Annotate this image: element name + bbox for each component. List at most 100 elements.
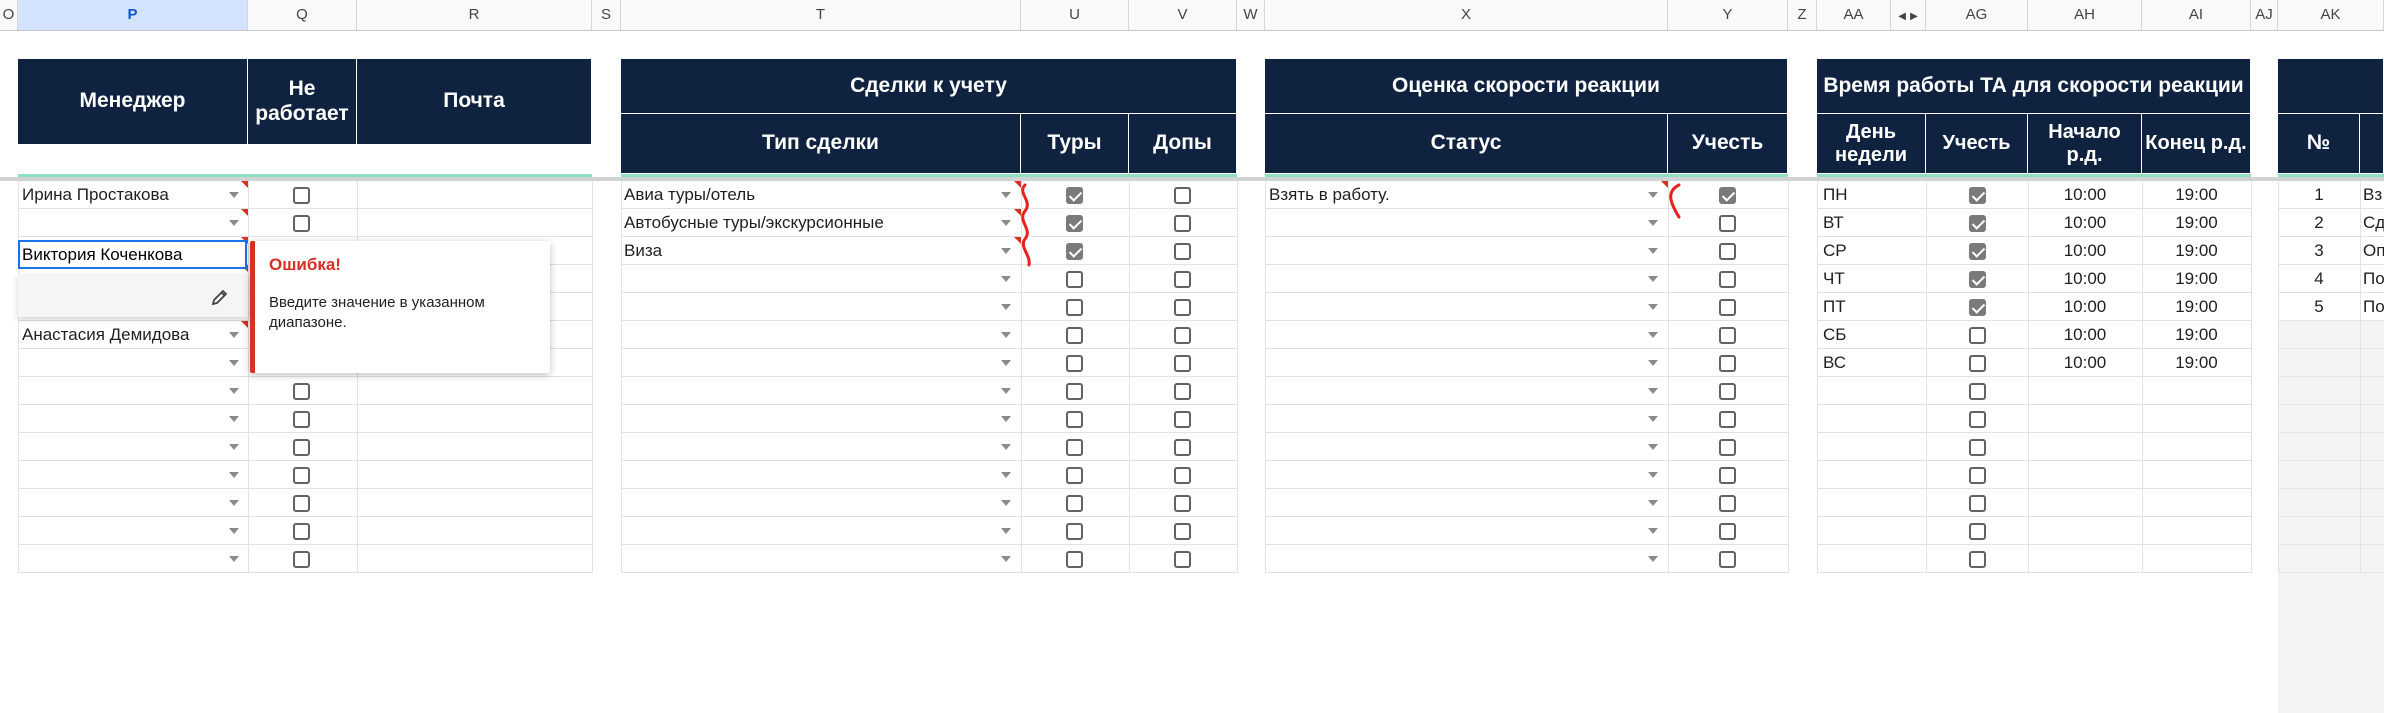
chevron-down-icon[interactable] <box>1001 332 1011 338</box>
checkbox[interactable] <box>1174 299 1191 316</box>
checkbox[interactable] <box>1969 187 1986 204</box>
chevron-down-icon[interactable] <box>1648 416 1658 422</box>
checkbox[interactable] <box>1719 383 1736 400</box>
checkbox[interactable] <box>1969 271 1986 288</box>
start-time[interactable]: 10:00 <box>2028 321 2142 349</box>
column-header-ak[interactable]: AK <box>2278 0 2384 30</box>
column-header-v[interactable]: V <box>1129 0 1237 30</box>
checkbox[interactable] <box>1066 355 1083 372</box>
chevron-down-icon[interactable] <box>1648 472 1658 478</box>
chevron-down-icon[interactable] <box>1648 444 1658 450</box>
checkbox[interactable] <box>1066 439 1083 456</box>
checkbox[interactable] <box>1969 495 1986 512</box>
weekday[interactable]: СР <box>1823 237 1847 265</box>
column-header-aa[interactable]: AA <box>1817 0 1891 30</box>
weekday[interactable]: ЧТ <box>1823 265 1845 293</box>
chevron-down-icon[interactable] <box>1648 528 1658 534</box>
column-header-y[interactable]: Y <box>1668 0 1788 30</box>
checkbox[interactable] <box>1066 411 1083 428</box>
column-header-s[interactable]: S <box>592 0 621 30</box>
checkbox[interactable] <box>1969 523 1986 540</box>
reaction-status[interactable]: Взять в работу. <box>1269 181 1390 209</box>
checkbox[interactable] <box>1066 327 1083 344</box>
column-header-p[interactable]: P <box>18 0 248 30</box>
column-header-z[interactable]: Z <box>1788 0 1817 30</box>
start-time[interactable]: 10:00 <box>2028 293 2142 321</box>
chevron-down-icon[interactable] <box>1648 500 1658 506</box>
chevron-down-icon[interactable] <box>1001 444 1011 450</box>
checkbox[interactable] <box>1174 215 1191 232</box>
chevron-down-icon[interactable] <box>1648 276 1658 282</box>
chevron-down-icon[interactable] <box>1001 220 1011 226</box>
weekday[interactable]: СБ <box>1823 321 1846 349</box>
checkbox[interactable] <box>1174 495 1191 512</box>
row-number[interactable]: 1 <box>2278 181 2360 209</box>
checkbox[interactable] <box>293 187 310 204</box>
end-time[interactable]: 19:00 <box>2142 293 2251 321</box>
row-text[interactable]: Сд <box>2363 209 2384 237</box>
column-header-r[interactable]: R <box>357 0 592 30</box>
chevron-down-icon[interactable] <box>1001 248 1011 254</box>
deal-type[interactable]: Автобусные туры/экскурсионные <box>624 209 884 237</box>
checkbox[interactable] <box>1174 467 1191 484</box>
checkbox[interactable] <box>1066 523 1083 540</box>
row-text[interactable]: По <box>2363 293 2384 321</box>
checkbox[interactable] <box>1174 411 1191 428</box>
weekday[interactable]: ВС <box>1823 349 1846 377</box>
end-time[interactable]: 19:00 <box>2142 237 2251 265</box>
checkbox[interactable] <box>1969 243 1986 260</box>
checkbox[interactable] <box>1719 439 1736 456</box>
end-time[interactable]: 19:00 <box>2142 209 2251 237</box>
checkbox[interactable] <box>293 215 310 232</box>
checkbox[interactable] <box>1174 355 1191 372</box>
checkbox[interactable] <box>1719 411 1736 428</box>
start-time[interactable]: 10:00 <box>2028 265 2142 293</box>
chevron-down-icon[interactable] <box>1001 556 1011 562</box>
chevron-down-icon[interactable] <box>1001 304 1011 310</box>
column-header-ag[interactable]: AG <box>1926 0 2028 30</box>
weekday[interactable]: ВТ <box>1823 209 1844 237</box>
chevron-down-icon[interactable] <box>229 332 239 338</box>
weekday[interactable]: ПН <box>1823 181 1848 209</box>
row-number[interactable]: 2 <box>2278 209 2360 237</box>
chevron-down-icon[interactable] <box>229 416 239 422</box>
checkbox[interactable] <box>1969 383 1986 400</box>
column-header-q[interactable]: Q <box>248 0 357 30</box>
column-header-ah[interactable]: AH <box>2028 0 2142 30</box>
checkbox[interactable] <box>1066 551 1083 568</box>
checkbox[interactable] <box>1719 355 1736 372</box>
start-time[interactable]: 10:00 <box>2028 209 2142 237</box>
checkbox[interactable] <box>293 551 310 568</box>
column-header-u[interactable]: U <box>1021 0 1129 30</box>
row-text[interactable]: Вз <box>2363 181 2382 209</box>
column-header-ai[interactable]: AI <box>2142 0 2251 30</box>
pencil-icon[interactable] <box>210 287 230 307</box>
checkbox[interactable] <box>1066 467 1083 484</box>
row-text[interactable]: Оп <box>2363 237 2384 265</box>
checkbox[interactable] <box>1969 467 1986 484</box>
checkbox[interactable] <box>1719 215 1736 232</box>
chevron-down-icon[interactable] <box>1648 388 1658 394</box>
end-time[interactable]: 19:00 <box>2142 181 2251 209</box>
checkbox[interactable] <box>1969 215 1986 232</box>
checkbox[interactable] <box>1719 271 1736 288</box>
checkbox[interactable] <box>1719 187 1736 204</box>
checkbox[interactable] <box>1174 187 1191 204</box>
chevron-down-icon[interactable] <box>1648 248 1658 254</box>
checkbox[interactable] <box>1969 299 1986 316</box>
checkbox[interactable] <box>1174 327 1191 344</box>
deal-type[interactable]: Авиа туры/отель <box>624 181 755 209</box>
arrow-left-icon[interactable]: ◀ <box>1898 11 1906 22</box>
manager-name[interactable]: Ирина Простакова <box>22 181 169 209</box>
chevron-down-icon[interactable] <box>1001 388 1011 394</box>
chevron-down-icon[interactable] <box>1648 304 1658 310</box>
checkbox[interactable] <box>293 495 310 512</box>
spreadsheet-grid[interactable]: Менеджер Не работает Почта Сделки к учет… <box>0 31 2384 713</box>
chevron-down-icon[interactable] <box>229 360 239 366</box>
chevron-down-icon[interactable] <box>229 444 239 450</box>
end-time[interactable]: 19:00 <box>2142 265 2251 293</box>
chevron-down-icon[interactable] <box>1648 220 1658 226</box>
chevron-down-icon[interactable] <box>229 472 239 478</box>
checkbox[interactable] <box>1969 551 1986 568</box>
checkbox[interactable] <box>293 439 310 456</box>
